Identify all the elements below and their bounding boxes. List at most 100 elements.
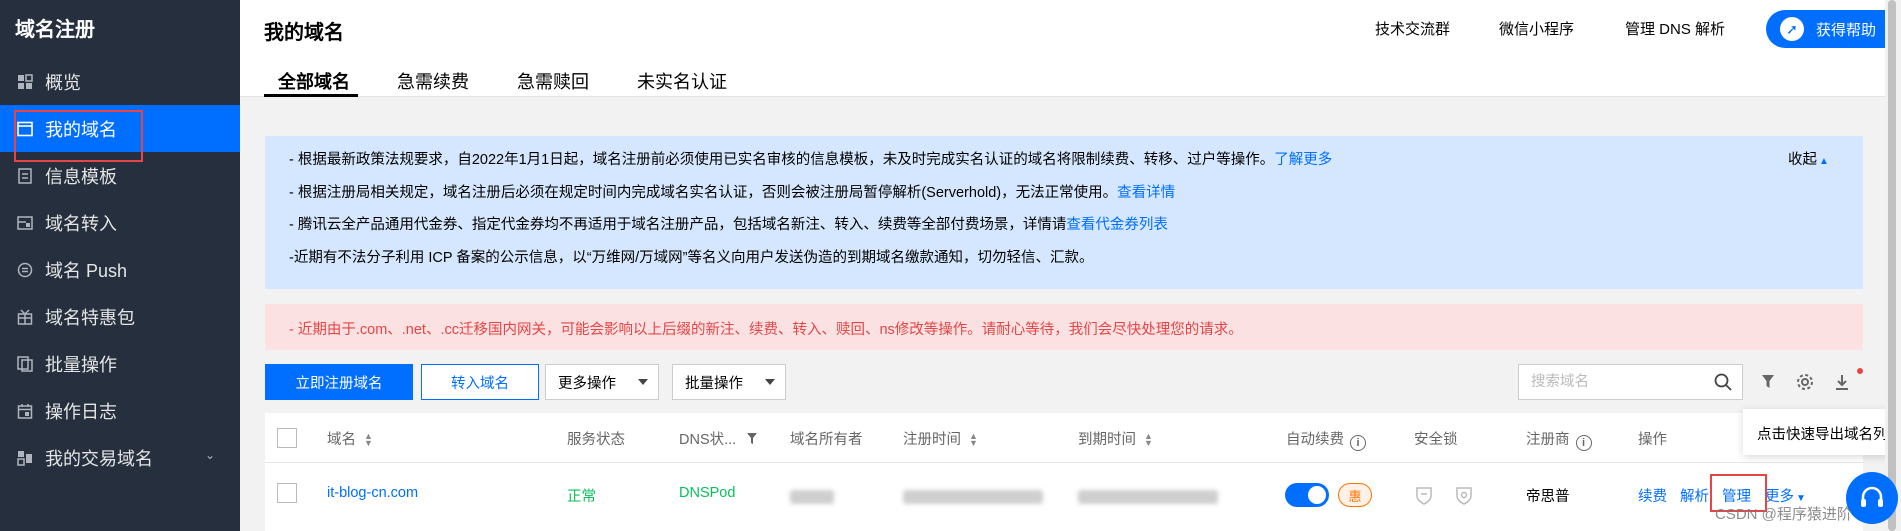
download-icon[interactable] xyxy=(1832,372,1852,392)
sidebar-item-label: 概览 xyxy=(45,72,81,93)
shield-lock-icon[interactable] xyxy=(1414,486,1434,506)
page-header: 我的域名 技术交流群 微信小程序 管理 DNS 解析 ➚ 获得帮助 全部域名 急… xyxy=(240,0,1901,97)
sidebar-item-label: 我的交易域名 xyxy=(45,448,153,469)
tab-unverified[interactable]: 未实名认证 xyxy=(637,68,727,94)
sidebar-item-label: 域名转入 xyxy=(45,213,117,234)
batch-copy-icon xyxy=(15,354,35,374)
sort-icon: ▲ ▼ xyxy=(1144,431,1153,449)
scrollbar-thumb[interactable] xyxy=(1888,0,1896,531)
sidebar-item-label: 域名 Push xyxy=(45,260,128,281)
column-header-registrar: 注册商 i xyxy=(1526,428,1592,451)
renew-link[interactable]: 续费 xyxy=(1638,485,1667,506)
warning-text: - 近期由于.com、.net、.cc迁移国内网关，可能会影响以上后缀的新注、续… xyxy=(289,322,1243,338)
column-header-dns[interactable]: DNS状... xyxy=(679,428,758,449)
sidebar-item-label: 批量操作 xyxy=(45,354,117,375)
notice-line: - 根据最新政策法规要求，自2022年1月1日起，域名注册前必须使用已实名审核的… xyxy=(289,152,1333,168)
support-button[interactable] xyxy=(1846,472,1898,524)
view-details-link[interactable]: 查看详情 xyxy=(1117,185,1175,201)
filter-icon xyxy=(747,433,758,444)
sidebar-item-transfer-in[interactable]: 域名转入 xyxy=(0,199,240,246)
resolve-link[interactable]: 解析 xyxy=(1680,485,1709,506)
transfer-lock-icon[interactable] xyxy=(1454,486,1474,506)
watermark: CSDN @程序猿进阶 xyxy=(1715,506,1852,523)
gift-icon xyxy=(15,307,35,327)
gateway-warning: - 近期由于.com、.net、.cc迁移国内网关，可能会影响以上后缀的新注、续… xyxy=(265,304,1863,350)
manage-dns-link[interactable]: 管理 DNS 解析 xyxy=(1625,18,1725,39)
sidebar-item-overview[interactable]: 概览 xyxy=(0,58,240,105)
search-box xyxy=(1518,364,1743,400)
highlight-box xyxy=(14,110,143,162)
tech-group-link[interactable]: 技术交流群 xyxy=(1375,18,1450,39)
calendar-icon xyxy=(15,401,35,421)
sidebar-item-special-package[interactable]: 域名特惠包 xyxy=(0,293,240,340)
info-icon[interactable]: i xyxy=(1575,435,1592,451)
learn-more-link[interactable]: 了解更多 xyxy=(1274,152,1332,168)
sidebar-item-batch[interactable]: 批量操作 xyxy=(0,340,240,387)
promo-badge[interactable]: 惠 xyxy=(1338,483,1372,507)
tab-all-domains[interactable]: 全部域名 xyxy=(278,68,350,94)
dashboard-icon xyxy=(15,72,35,92)
sort-icon: ▲ ▼ xyxy=(364,431,373,449)
collapse-toggle[interactable]: 收起 ▲ xyxy=(1788,148,1829,169)
page-title: 我的域名 xyxy=(264,22,344,44)
search-icon[interactable] xyxy=(1714,373,1732,391)
table-header: 域名 ▲ ▼ 服务状态 DNS状... 域名所有者 注册时间 ▲ ▼ 到期时间 ▲ ▼ 自动… xyxy=(265,413,1863,463)
column-header-status: 服务状态 xyxy=(567,432,625,448)
gear-icon[interactable] xyxy=(1795,372,1815,392)
select-all-checkbox[interactable] xyxy=(277,428,297,448)
transfer-domain-button[interactable]: 转入域名 xyxy=(421,364,539,400)
notice-line: -近期有不法分子利用 ICP 备案的公示信息，以“万维网/万域网”等名义向用户发… xyxy=(289,250,1094,266)
column-header-auto-renew: 自动续费 i xyxy=(1286,428,1366,451)
notification-dot xyxy=(1857,368,1863,374)
batch-operations-select[interactable]: 批量操作 xyxy=(672,364,786,400)
compass-icon: ➚ xyxy=(1780,17,1804,41)
column-header-actions: 操作 xyxy=(1638,432,1667,448)
wechat-miniprogram-link[interactable]: 微信小程序 xyxy=(1499,18,1574,39)
get-help-label: 获得帮助 xyxy=(1816,21,1877,39)
sidebar-item-label: 操作日志 xyxy=(45,401,117,422)
sidebar-item-trade-domains[interactable]: 我的交易域名 ⌄ xyxy=(0,434,240,481)
sidebar-item-label: 信息模板 xyxy=(45,166,117,187)
more-operations-select[interactable]: 更多操作 xyxy=(545,364,659,400)
domain-link[interactable]: it-blog-cn.com xyxy=(327,485,418,501)
notice-line: - 腾讯云全产品通用代金券、指定代金券均不再适用于域名注册产品，包括域名新注、转… xyxy=(289,217,1168,233)
caret-down-icon xyxy=(765,379,775,385)
sidebar-item-logs[interactable]: 操作日志 xyxy=(0,387,240,434)
policy-notice: - 根据最新政策法规要求，自2022年1月1日起，域名注册前必须使用已实名审核的… xyxy=(265,136,1863,289)
trade-icon xyxy=(15,448,35,468)
sidebar-item-label: 域名特惠包 xyxy=(45,307,135,328)
caret-down-icon xyxy=(638,379,648,385)
register-domain-button[interactable]: 立即注册域名 xyxy=(265,364,413,400)
notice-line: - 根据注册局相关规定，域名注册后必须在规定时间内完成域名实名认证，否则会被注册… xyxy=(289,185,1176,201)
tab-urgent-renewal[interactable]: 急需续费 xyxy=(397,68,469,94)
column-header-security-lock: 安全锁 xyxy=(1414,432,1458,448)
tab-urgent-redemption[interactable]: 急需赎回 xyxy=(517,68,589,94)
active-tab-indicator xyxy=(264,94,358,97)
registered-date-blurred xyxy=(903,490,1043,508)
document-icon xyxy=(15,166,35,186)
transfer-in-icon xyxy=(15,213,35,233)
sidebar-item-push[interactable]: 域名 Push xyxy=(0,246,240,293)
search-input[interactable] xyxy=(1519,365,1699,399)
registrar-name: 帝思普 xyxy=(1526,489,1570,505)
table-row: it-blog-cn.com 正常 DNSPod 惠 帝思普 续费 解析 管理 … xyxy=(265,463,1863,531)
status-badge: 正常 xyxy=(567,489,596,505)
expiry-date-blurred xyxy=(1078,490,1218,508)
column-header-owner: 域名所有者 xyxy=(790,432,863,448)
column-header-expiry[interactable]: 到期时间 ▲ ▼ xyxy=(1078,428,1153,449)
caret-up-icon: ▲ xyxy=(1819,156,1829,167)
row-checkbox[interactable] xyxy=(277,483,297,503)
voucher-list-link[interactable]: 查看代金券列表 xyxy=(1066,217,1168,233)
column-header-registered[interactable]: 注册时间 ▲ ▼ xyxy=(903,428,978,449)
auto-renew-toggle[interactable] xyxy=(1285,483,1329,507)
column-header-domain[interactable]: 域名 ▲ ▼ xyxy=(327,428,373,449)
info-icon[interactable]: i xyxy=(1350,435,1366,451)
owner-blurred xyxy=(790,490,834,508)
dns-status: DNSPod xyxy=(679,485,736,501)
sidebar: 域名注册 概览 我的域名 信息模板 域名转入 域名 Push 域名特惠包 批量操… xyxy=(0,0,240,531)
filter-icon[interactable] xyxy=(1758,372,1778,392)
export-tooltip: 点击快速导出域名列表 xyxy=(1743,409,1901,455)
chevron-down-icon[interactable]: ⌄ xyxy=(205,448,215,462)
get-help-button[interactable]: ➚ 获得帮助 xyxy=(1766,10,1901,48)
headset-icon xyxy=(1861,486,1883,507)
